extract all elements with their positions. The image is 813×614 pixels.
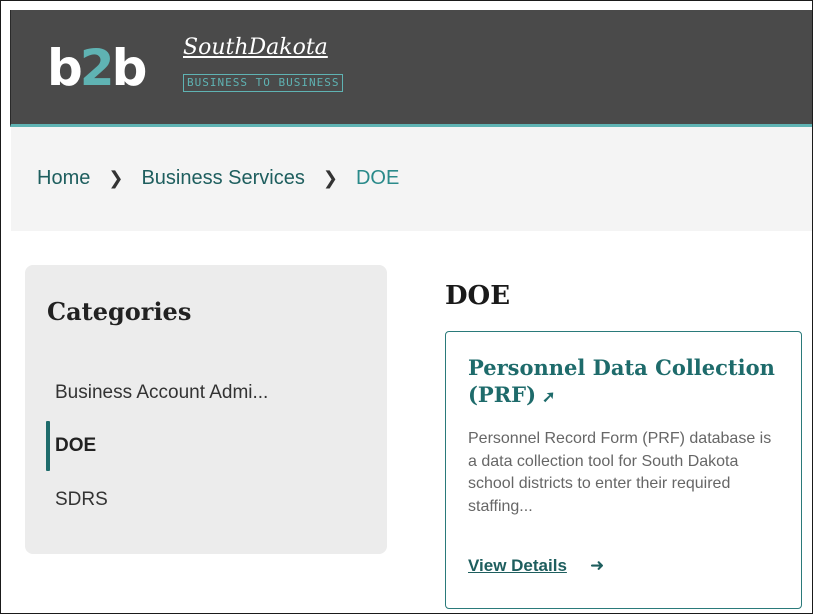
sidebar-title: Categories bbox=[47, 297, 192, 326]
breadcrumb-current: DOE bbox=[355, 167, 400, 189]
sidebar-item-doe[interactable]: DOE bbox=[55, 435, 96, 457]
chevron-right-icon: ❯ bbox=[108, 168, 124, 188]
arrow-right-icon[interactable]: ➜ bbox=[590, 556, 604, 576]
breadcrumb-business-services-link[interactable]: Business Services bbox=[141, 165, 304, 191]
sidebar-item-sdrs[interactable]: SDRS bbox=[55, 489, 108, 511]
b2b-logo[interactable]: b2b SouthDakota BUSINESS TO BUSINESS bbox=[47, 34, 367, 104]
active-indicator bbox=[46, 421, 50, 471]
card-description: Personnel Record Form (PRF) database is … bbox=[468, 430, 772, 515]
card-title[interactable]: Personnel Data Collection (PRF) ➚ bbox=[468, 354, 788, 410]
breadcrumb-bar: Home ❯ Business Services ❯ DOE bbox=[11, 127, 812, 231]
page-title: DOE bbox=[445, 281, 511, 311]
chevron-right-icon: ❯ bbox=[322, 168, 338, 188]
card-title-line2[interactable]: (PRF) bbox=[468, 382, 536, 407]
breadcrumb-home-link[interactable]: Home bbox=[37, 165, 90, 191]
card-title-line1[interactable]: Personnel Data Collection bbox=[468, 355, 775, 380]
page-frame: b2b SouthDakota BUSINESS TO BUSINESS Hom… bbox=[0, 0, 813, 614]
logo-south-dakota-script: SouthDakota bbox=[183, 35, 328, 60]
service-card: Personnel Data Collection (PRF) ➚ Personn… bbox=[445, 331, 802, 609]
external-link-icon: ➚ bbox=[542, 387, 556, 406]
view-details-link[interactable]: View Details bbox=[468, 556, 567, 576]
breadcrumb: Home ❯ Business Services ❯ DOE bbox=[37, 165, 399, 191]
logo-tagline: BUSINESS TO BUSINESS bbox=[183, 74, 344, 92]
logo-wordmark: b2b bbox=[47, 39, 147, 97]
view-details-label[interactable]: View Details bbox=[468, 556, 567, 575]
sidebar-item-business-account-admin[interactable]: Business Account Admi... bbox=[55, 382, 268, 404]
site-header: b2b SouthDakota BUSINESS TO BUSINESS bbox=[10, 10, 812, 127]
